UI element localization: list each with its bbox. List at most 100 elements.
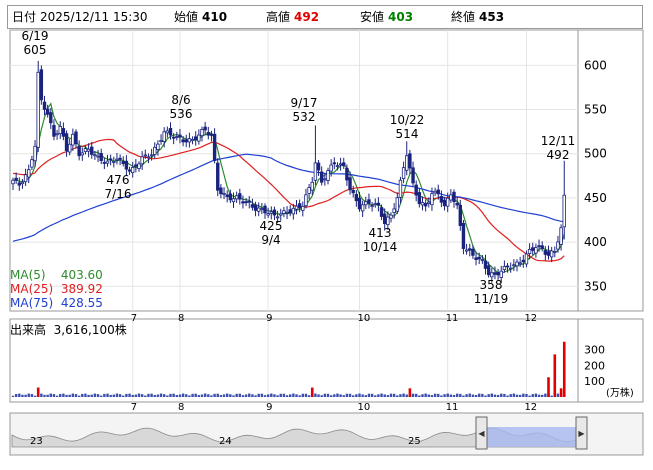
y-tick-label: 550 — [584, 103, 607, 117]
candle-body — [502, 266, 507, 270]
candle-body — [272, 209, 277, 216]
volume-bar — [14, 394, 18, 397]
candle-body — [527, 248, 532, 254]
candle-body — [411, 167, 415, 184]
chart-frame: 日付 2025/12/11 15:30 始値 410 高値 492 安値 403… — [0, 0, 653, 470]
candle-body — [203, 126, 207, 131]
candle-body — [338, 163, 343, 166]
volume-bar — [528, 395, 531, 397]
volume-bar — [515, 394, 519, 397]
annotation-value: 536 — [170, 107, 193, 121]
candle-body — [266, 213, 270, 216]
candle-body — [490, 272, 494, 278]
candle-body — [23, 174, 28, 183]
volume-bar — [30, 394, 34, 397]
candle-body — [310, 181, 314, 191]
candle-body — [405, 155, 409, 171]
navigator-right-handle[interactable]: ▶ — [575, 416, 588, 450]
range-navigator: 23 24 25 ◀ ▶ — [9, 412, 644, 456]
candle-body — [30, 159, 34, 168]
navigator-left-handle[interactable]: ◀ — [475, 416, 488, 450]
volume-bar — [462, 395, 465, 397]
volume-bar — [471, 394, 475, 397]
annotation-date: 12/11 — [541, 134, 576, 148]
candle-body — [253, 204, 258, 211]
volume-tick-label: 300 — [584, 344, 605, 357]
chevron-left-icon: ◀ — [478, 429, 485, 438]
candle-body — [61, 128, 66, 137]
volume-bar — [405, 394, 408, 397]
candle-body — [27, 169, 31, 178]
candle-body — [521, 259, 525, 263]
volume-bar — [52, 394, 56, 397]
volume-bar — [213, 393, 216, 397]
candle-body — [332, 162, 336, 165]
candle-body — [140, 156, 144, 165]
volume-spike-bar — [408, 388, 412, 397]
volume-bar — [125, 393, 128, 397]
candle-body — [531, 247, 535, 251]
ma5-legend: MA(5) 403.60 — [10, 268, 103, 282]
volume-bar — [106, 393, 109, 397]
candle-body — [449, 194, 453, 201]
candle-body — [168, 127, 173, 136]
y-tick-label: 600 — [584, 58, 607, 72]
candle-body — [382, 213, 387, 225]
volume-bar — [333, 394, 336, 397]
candle-body — [118, 157, 122, 160]
candle-body — [376, 202, 381, 206]
volume-bar — [175, 395, 178, 397]
candle-body — [112, 161, 116, 163]
volume-bar — [100, 395, 103, 397]
x-month-label: 9 — [266, 313, 272, 324]
volume-bar — [506, 395, 509, 397]
candle-body — [127, 169, 132, 172]
candle-body — [105, 160, 110, 164]
volume-bar — [159, 393, 163, 397]
candle-body — [515, 261, 519, 267]
annotation-value: 358 — [480, 278, 503, 292]
candle-body — [171, 136, 176, 139]
volume-bar — [90, 394, 93, 397]
volume-bar — [263, 395, 267, 397]
candle-body — [562, 194, 566, 228]
annotation-date: 6/19 — [22, 29, 49, 43]
volume-bar — [377, 394, 380, 397]
volume-month-label: 7 — [131, 402, 137, 413]
navigator-year-label: 23 — [30, 436, 43, 447]
volume-bar — [251, 394, 254, 397]
candle-body — [493, 272, 497, 275]
candle-body — [209, 133, 214, 136]
candle-body — [162, 131, 166, 142]
volume-bar — [238, 393, 241, 397]
volume-unit: (万株) — [606, 388, 634, 399]
volume-bar — [273, 394, 276, 397]
volume-bar — [115, 393, 119, 397]
annotation-value: 476 — [107, 173, 130, 187]
x-month-label: 10 — [358, 313, 371, 324]
candle-body — [124, 160, 129, 170]
volume-bar — [27, 393, 30, 397]
annotation-value: 425 — [260, 219, 283, 233]
candle-body — [549, 250, 554, 258]
candle-body — [58, 126, 62, 135]
volume-label: 出来高 3,616,100株 — [10, 323, 127, 337]
volume-bar — [140, 394, 144, 397]
volume-bar — [392, 393, 396, 397]
candle-body — [546, 251, 551, 256]
volume-bar — [455, 393, 459, 397]
volume-bar — [21, 394, 24, 397]
candle-body — [17, 182, 21, 186]
volume-bar — [55, 395, 59, 397]
volume-bar — [358, 393, 361, 397]
volume-bar — [150, 393, 153, 397]
candlesticks — [11, 60, 566, 284]
volume-bar — [128, 393, 131, 397]
candle-body — [316, 162, 321, 171]
candle-body — [200, 129, 204, 137]
volume-bar — [421, 394, 424, 397]
volume-spike-bar — [553, 354, 557, 397]
annotation-value: 514 — [396, 127, 419, 141]
annotation-value: 492 — [547, 148, 570, 162]
candle-body — [285, 211, 289, 214]
